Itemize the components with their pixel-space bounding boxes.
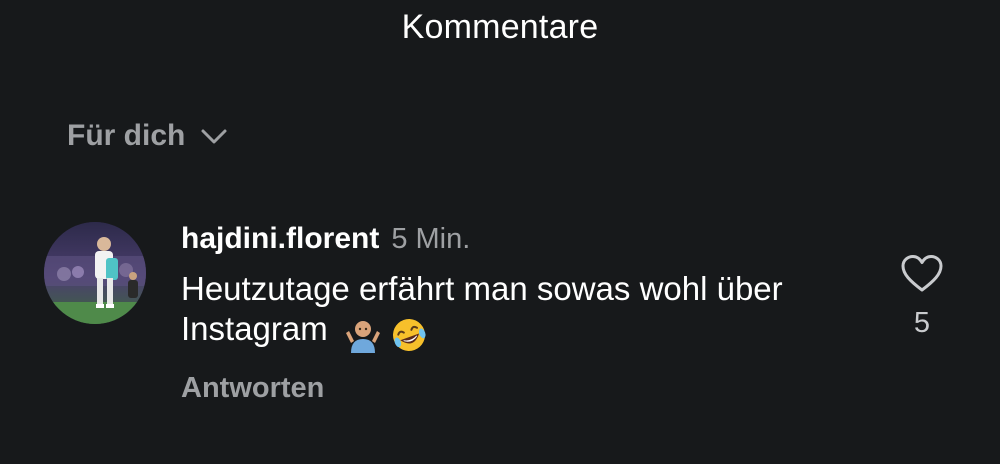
comment-emojis xyxy=(345,313,428,354)
page-title: Kommentare xyxy=(401,8,599,46)
avatar[interactable] xyxy=(44,222,146,324)
comment-body: Heutzutage erfährt man sowas wohl über I… xyxy=(181,269,881,354)
comment-username[interactable]: hajdini.florent xyxy=(181,222,379,256)
comment-timestamp: 5 Min. xyxy=(391,223,471,255)
chevron-down-icon xyxy=(199,121,229,151)
like-control: 5 xyxy=(894,254,950,340)
comment-text: Heutzutage erfährt man sowas wohl über I… xyxy=(181,270,783,347)
reply-button[interactable]: Antworten xyxy=(181,372,324,405)
sort-dropdown[interactable]: Für dich xyxy=(67,119,229,153)
heart-outline-icon[interactable] xyxy=(900,254,944,299)
person-shrugging-emoji xyxy=(345,321,380,354)
rolling-on-floor-laughing-emoji xyxy=(393,319,426,352)
like-count: 5 xyxy=(913,307,931,339)
sort-label: Für dich xyxy=(67,119,186,152)
comment-meta: hajdini.florent 5 Min. xyxy=(181,222,470,256)
